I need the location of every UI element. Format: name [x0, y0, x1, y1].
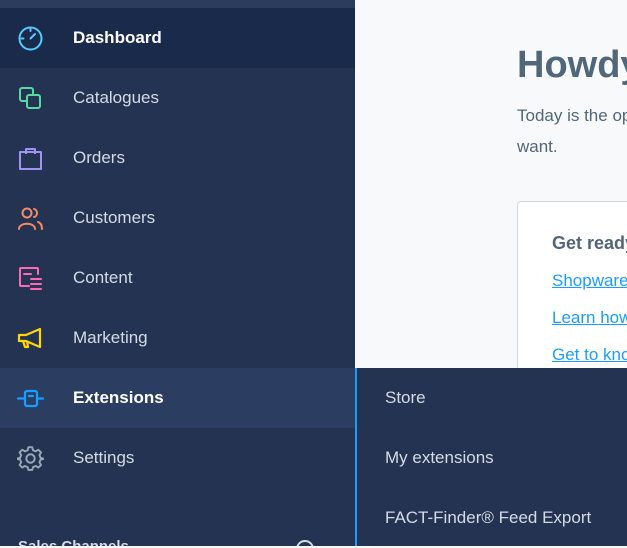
- submenu-item-my-extensions[interactable]: My extensions: [385, 428, 494, 488]
- sidebar-item-label: Extensions: [73, 388, 164, 407]
- gauge-icon: [17, 25, 44, 52]
- catalogue-icon: [17, 85, 44, 112]
- content-icon: [17, 265, 44, 292]
- extensions-submenu: Store My extensions FACT-Finder® Feed Ex…: [355, 368, 627, 546]
- card-link-learn-how[interactable]: Learn how: [552, 308, 627, 328]
- page-title: Howdy: [517, 44, 627, 86]
- sidebar-item-label: Dashboard: [73, 28, 162, 47]
- sidebar-item-settings[interactable]: Settings: [0, 428, 355, 488]
- megaphone-icon: [17, 325, 44, 352]
- sidebar-item-label: Catalogues: [73, 88, 160, 107]
- card-link-get-to-know[interactable]: Get to kno: [552, 345, 627, 365]
- intro-line-1: Today is the op: [517, 106, 627, 125]
- card-title: Get ready: [552, 233, 627, 253]
- sidebar: Dashboard Catalogues Orders Customers Co…: [0, 0, 355, 546]
- sidebar-item-orders[interactable]: Orders: [0, 128, 355, 188]
- sidebar-item-catalogues[interactable]: Catalogues: [0, 68, 355, 128]
- sales-channels-heading: Sales Channels: [18, 538, 129, 546]
- sidebar-item-marketing[interactable]: Marketing: [0, 308, 355, 368]
- sidebar-item-dashboard[interactable]: Dashboard: [0, 8, 355, 68]
- card-link-shopware[interactable]: Shopware: [552, 271, 627, 291]
- users-icon: [17, 205, 44, 232]
- sidebar-item-label: Content: [73, 268, 133, 287]
- intro-line-2: want.: [517, 137, 558, 156]
- sidebar-item-label: Orders: [73, 148, 125, 167]
- sidebar-item-content[interactable]: Content: [0, 248, 355, 308]
- shopping-bag-icon: [17, 145, 44, 172]
- submenu-item-store[interactable]: Store: [385, 368, 426, 428]
- sidebar-item-customers[interactable]: Customers: [0, 188, 355, 248]
- gear-icon: [17, 445, 44, 472]
- sidebar-item-label: Settings: [73, 448, 135, 467]
- plug-icon: [17, 385, 44, 412]
- sidebar-header-strip: [0, 0, 355, 8]
- sidebar-item-label: Customers: [73, 208, 156, 227]
- intro-text: Today is the op want.: [517, 100, 627, 162]
- add-sales-channel-icon[interactable]: [296, 540, 314, 546]
- sidebar-item-extensions[interactable]: Extensions: [0, 368, 355, 428]
- submenu-item-fact-finder-feed-export[interactable]: FACT-Finder® Feed Export: [385, 488, 591, 548]
- sidebar-item-label: Marketing: [73, 328, 148, 347]
